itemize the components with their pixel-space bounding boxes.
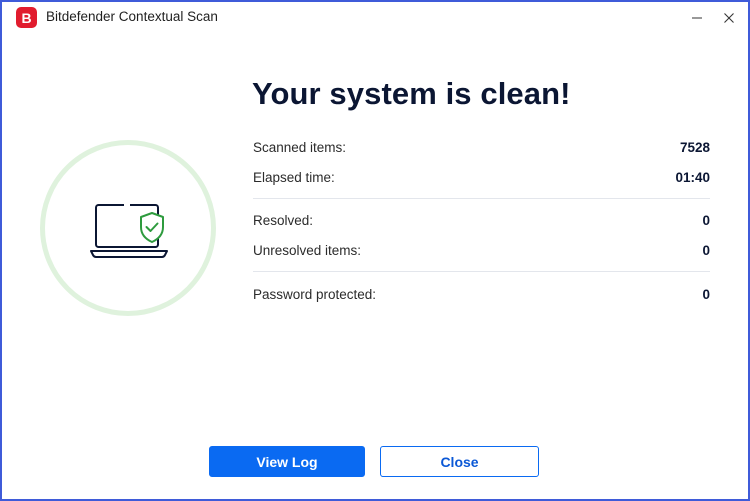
title-bar[interactable]: B Bitdefender Contextual Scan — [2, 2, 748, 33]
minimize-button[interactable] — [680, 2, 714, 33]
window-title: Bitdefender Contextual Scan — [46, 9, 218, 24]
stat-label: Scanned items: — [253, 140, 347, 155]
stat-elapsed-time: Elapsed time: 01:40 — [253, 170, 710, 192]
bitdefender-logo-icon: B — [16, 7, 37, 28]
logo-letter: B — [21, 9, 32, 26]
stat-label: Password protected: — [253, 287, 377, 302]
minimize-icon — [692, 17, 702, 18]
scan-result-panel: Your system is clean! Scanned items: 752… — [2, 33, 748, 499]
stat-resolved: Resolved: 0 — [253, 213, 710, 235]
close-window-button[interactable] — [712, 2, 746, 33]
stat-value: 0 — [702, 287, 710, 302]
stat-value: 0 — [702, 213, 710, 228]
stat-value: 01:40 — [675, 170, 710, 185]
stat-scanned-items: Scanned items: 7528 — [253, 140, 710, 162]
close-icon — [724, 12, 734, 23]
status-headline: Your system is clean! — [252, 76, 571, 111]
divider — [253, 271, 710, 272]
stat-label: Resolved: — [253, 213, 314, 228]
close-button[interactable]: Close — [380, 446, 539, 477]
stat-label: Elapsed time: — [253, 170, 335, 185]
divider — [253, 198, 710, 199]
laptop-shield-check-icon — [90, 203, 168, 258]
view-log-button[interactable]: View Log — [209, 446, 365, 477]
stat-value: 0 — [702, 243, 710, 258]
stat-value: 7528 — [679, 140, 710, 155]
stat-label: Unresolved items: — [253, 243, 362, 258]
scan-window: B Bitdefender Contextual Scan Your syste… — [0, 0, 750, 501]
stat-unresolved-items: Unresolved items: 0 — [253, 243, 710, 265]
stat-password-protected: Password protected: 0 — [253, 287, 710, 309]
